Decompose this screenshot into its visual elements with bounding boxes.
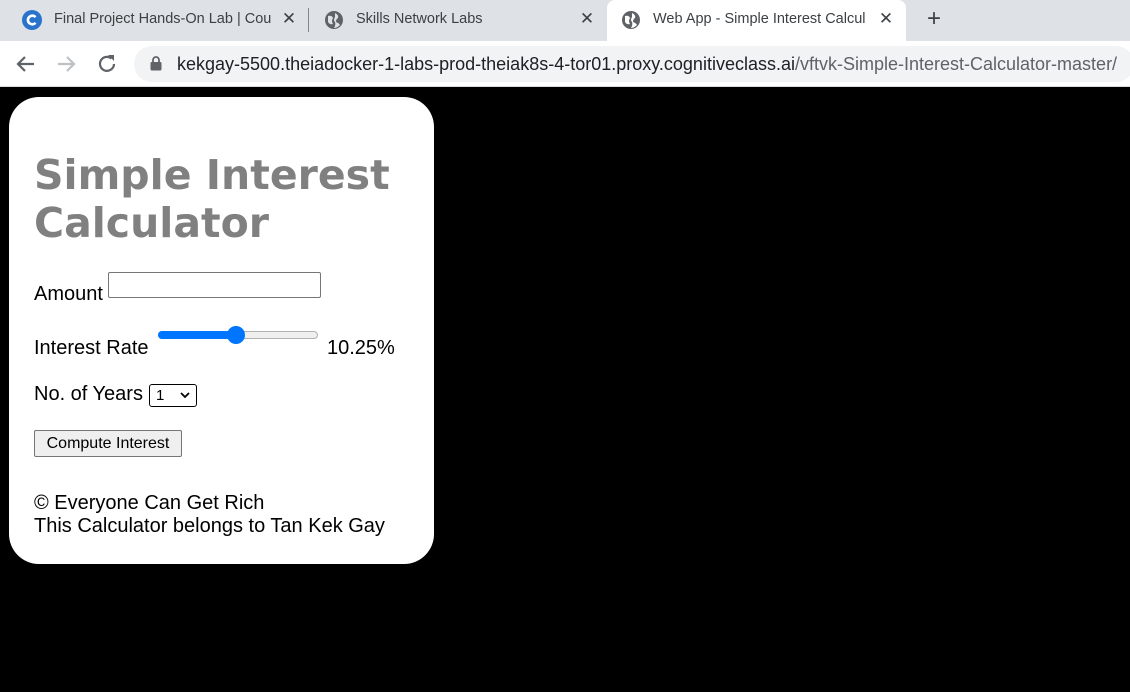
tab-skills-network[interactable]: Skills Network Labs ✕	[310, 0, 606, 41]
amount-label: Amount	[34, 283, 103, 305]
amount-input[interactable]	[108, 272, 321, 298]
reload-icon[interactable]	[94, 51, 120, 77]
page-content: Simple Interest Calculator Amount Intere…	[0, 87, 1130, 692]
forward-arrow-icon[interactable]	[53, 51, 79, 77]
slider-thumb[interactable]	[227, 326, 245, 344]
close-tab-icon[interactable]: ✕	[280, 9, 298, 29]
tab-title: Skills Network Labs	[356, 11, 483, 27]
tab-separator	[308, 8, 309, 32]
coursera-icon	[22, 10, 42, 30]
slider-fill	[158, 331, 236, 339]
close-tab-icon[interactable]: ✕	[578, 9, 596, 29]
new-tab-button[interactable]: +	[922, 6, 946, 32]
url-path: /vftvk-Simple-Interest-Calculator-master…	[794, 54, 1118, 74]
lock-icon[interactable]	[150, 56, 162, 71]
tab-title: Final Project Hands-On Lab | Cou	[54, 11, 272, 27]
globe-icon	[622, 11, 640, 29]
years-selected-value: 1	[156, 387, 165, 404]
tab-web-app[interactable]: Web App - Simple Interest Calcul ✕	[607, 0, 906, 41]
globe-icon	[325, 11, 343, 29]
url-text[interactable]: kekgay-5500.theiadocker-1-labs-prod-thei…	[177, 54, 1117, 74]
close-tab-icon[interactable]: ✕	[877, 9, 895, 29]
browser-toolbar: kekgay-5500.theiadocker-1-labs-prod-thei…	[0, 41, 1130, 87]
interest-rate-value: 10.25%	[327, 337, 395, 359]
years-select[interactable]: 1	[149, 384, 197, 407]
chevron-down-icon	[180, 392, 190, 399]
years-label: No. of Years	[34, 383, 143, 405]
address-bar[interactable]: kekgay-5500.theiadocker-1-labs-prod-thei…	[134, 46, 1130, 82]
interest-rate-slider[interactable]	[158, 325, 318, 345]
footer-owner: This Calculator belongs to Tan Kek Gay	[34, 515, 385, 537]
tab-final-project[interactable]: Final Project Hands-On Lab | Cou ✕	[8, 0, 308, 41]
footer-copyright: © Everyone Can Get Rich	[34, 492, 265, 514]
compute-interest-button[interactable]: Compute Interest	[34, 430, 182, 457]
tab-strip: Final Project Hands-On Lab | Cou ✕ Skill…	[0, 0, 1130, 41]
tab-title: Web App - Simple Interest Calcul	[653, 11, 866, 27]
page-title: Simple Interest Calculator	[34, 151, 390, 247]
calculator-card: Simple Interest Calculator Amount Intere…	[9, 97, 434, 564]
url-host: kekgay-5500.theiadocker-1-labs-prod-thei…	[177, 54, 795, 74]
interest-rate-label: Interest Rate	[34, 337, 149, 359]
back-arrow-icon[interactable]	[13, 51, 39, 77]
